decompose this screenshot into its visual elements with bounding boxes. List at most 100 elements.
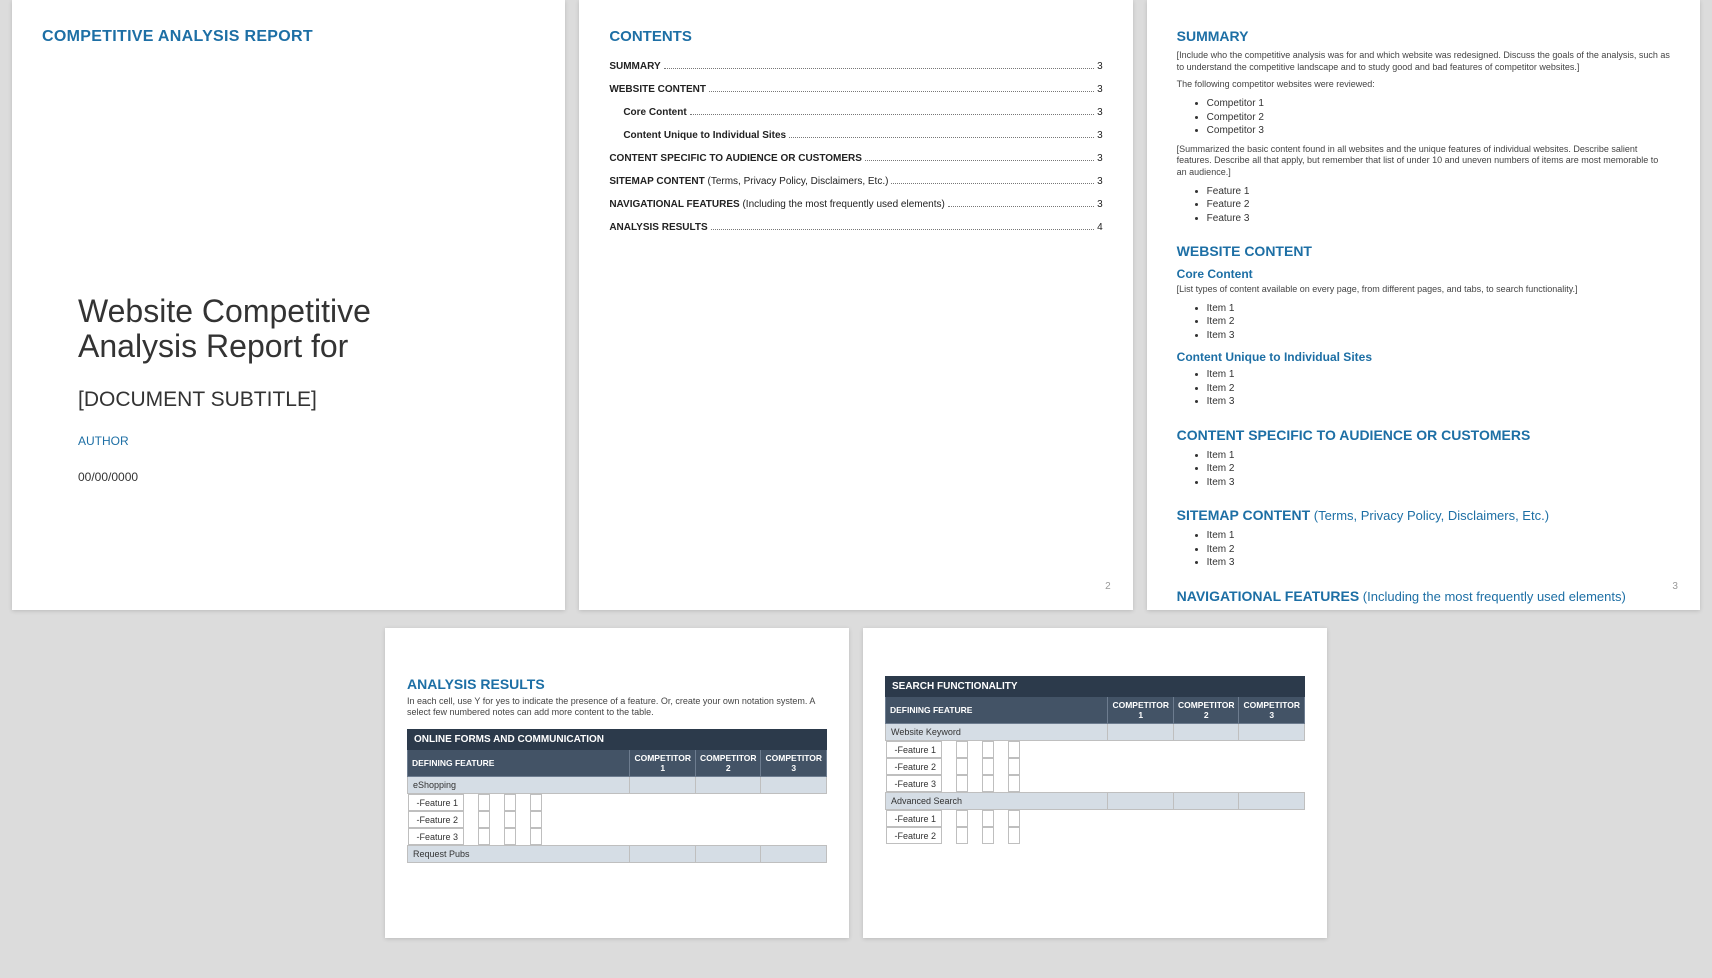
toc-dots: [711, 229, 1094, 230]
list-item: Item 2: [1207, 462, 1670, 476]
page-row-1: COMPETITIVE ANALYSIS REPORT Website Comp…: [12, 0, 1700, 610]
table-cell: [1008, 827, 1020, 844]
sitemap-heading: SITEMAP CONTENT (Terms, Privacy Policy, …: [1177, 507, 1670, 523]
toc-entry-label: ANALYSIS RESULTS: [609, 222, 707, 233]
core-content-list: Item 1Item 2Item 3: [1177, 302, 1670, 343]
toc-entry-label: SUMMARY: [609, 61, 660, 72]
table-cell: [478, 828, 490, 845]
toc-entry-label: NAVIGATIONAL FEATURES (Including the mos…: [609, 199, 944, 210]
table-cell: [761, 845, 827, 862]
list-item: Item 2: [1207, 315, 1670, 329]
toc-entry-page: 3: [1097, 84, 1103, 95]
table-cell-feature: -Feature 2: [886, 827, 943, 844]
sitemap-list: Item 1Item 2Item 3: [1177, 529, 1670, 570]
toc-dots: [891, 183, 1094, 184]
toc-entry-label: Core Content: [623, 107, 686, 118]
table-cell-feature: -Feature 2: [886, 758, 943, 775]
table-row: -Feature 3: [886, 775, 1108, 792]
table-cell: [530, 794, 542, 811]
page-number-3: 3: [1672, 581, 1678, 592]
table-header-c1: COMPETITOR 1: [1108, 697, 1174, 724]
toc-entry: SITEMAP CONTENT (Terms, Privacy Policy, …: [609, 176, 1102, 187]
table-cell: [1008, 758, 1020, 775]
summary-reviewed-intro: The following competitor websites were r…: [1177, 79, 1670, 91]
table-header-defining: DEFINING FEATURE: [886, 697, 1108, 724]
analysis-results-heading: ANALYSIS RESULTS: [407, 676, 827, 692]
table-cell: [630, 776, 696, 793]
toc-list: SUMMARY3 WEBSITE CONTENT 3 Core Content3 Con…: [609, 61, 1102, 233]
toc-entry-label: SITEMAP CONTENT (Terms, Privacy Policy, …: [609, 176, 888, 187]
cover-subtitle: [DOCUMENT SUBTITLE]: [42, 388, 535, 412]
list-item: Item 2: [1207, 543, 1670, 557]
table-cell: [982, 758, 994, 775]
list-item: Competitor 1: [1207, 97, 1670, 111]
table-row: -Feature 2: [886, 758, 1108, 775]
toc-entry: CONTENT SPECIFIC TO AUDIENCE OR CUSTOMER…: [609, 153, 1102, 164]
sitemap-heading-paren: (Terms, Privacy Policy, Disclaimers, Etc…: [1310, 508, 1549, 523]
table-title: SEARCH FUNCTIONALITY: [886, 677, 1305, 697]
list-item: Feature 2: [1207, 198, 1670, 212]
table-cell-feature: Advanced Search: [886, 793, 1108, 810]
list-item: Item 3: [1207, 556, 1670, 570]
table-cell: [1008, 775, 1020, 792]
toc-entry-label: WEBSITE CONTENT: [609, 84, 706, 95]
toc-dots: [789, 137, 1094, 138]
page-1-cover: COMPETITIVE ANALYSIS REPORT Website Comp…: [12, 0, 565, 610]
table-cell: [982, 775, 994, 792]
toc-entry: NAVIGATIONAL FEATURES (Including the mos…: [609, 199, 1102, 210]
nav-heading-paren: (Including the most frequently used elem…: [1359, 589, 1626, 604]
toc-entry: SUMMARY3: [609, 61, 1102, 72]
cover-title: Website Competitive Analysis Report for: [42, 294, 535, 364]
table-cell-feature: Request Pubs: [408, 845, 630, 862]
summary-heading: SUMMARY: [1177, 28, 1670, 44]
list-item: Competitor 3: [1207, 124, 1670, 138]
core-content-desc: [List types of content available on ever…: [1177, 284, 1670, 296]
cover-author: AUTHOR: [42, 434, 535, 448]
list-item: Item 1: [1207, 368, 1670, 382]
table-cell: [478, 811, 490, 828]
toc-entry: ANALYSIS RESULTS 4: [609, 222, 1102, 233]
page-number-2: 2: [1105, 581, 1111, 592]
unique-content-list: Item 1Item 2Item 3: [1177, 368, 1670, 409]
table-cell: [504, 828, 516, 845]
table-cell-feature: -Feature 1: [408, 794, 465, 811]
table-cell: [956, 810, 968, 827]
table-cell: [982, 741, 994, 758]
table-cell: [630, 845, 696, 862]
toc-entry: Core Content3: [609, 107, 1102, 118]
cover-title-line2: Analysis Report for: [78, 328, 348, 364]
table-row: -Feature 2: [408, 811, 630, 828]
table-header-c1: COMPETITOR 1: [630, 749, 696, 776]
table-row: -Feature 3: [408, 828, 630, 845]
table-header-c2: COMPETITOR 2: [1173, 697, 1239, 724]
list-item: Item 1: [1207, 449, 1670, 463]
toc-dots: [690, 114, 1094, 115]
table-cell: [956, 827, 968, 844]
cover-header: COMPETITIVE ANALYSIS REPORT: [42, 28, 535, 46]
table-cell: [956, 741, 968, 758]
page-5-search: SEARCH FUNCTIONALITY DEFINING FEATURE CO…: [863, 628, 1327, 938]
table-cell: [504, 811, 516, 828]
list-item: Item 2: [1207, 382, 1670, 396]
unique-content-heading: Content Unique to Individual Sites: [1177, 350, 1670, 364]
table-row: -Feature 2: [886, 827, 1108, 844]
table-row: Advanced Search: [886, 793, 1305, 810]
core-content-heading: Core Content: [1177, 267, 1670, 281]
toc-dots: [865, 160, 1094, 161]
table-cell-feature: -Feature 3: [886, 775, 943, 792]
toc-entry-label: Content Unique to Individual Sites: [623, 130, 786, 141]
table-cell: [1108, 793, 1174, 810]
table-cell: [956, 775, 968, 792]
toc-dots: [709, 91, 1094, 92]
table-title: ONLINE FORMS AND COMMUNICATION: [408, 729, 827, 749]
toc-entry-label: CONTENT SPECIFIC TO AUDIENCE OR CUSTOMER…: [609, 153, 862, 164]
table-cell-feature: -Feature 1: [886, 810, 943, 827]
table-header-c2: COMPETITOR 2: [695, 749, 761, 776]
cover-title-line1: Website Competitive: [78, 293, 371, 329]
toc-dots: [664, 68, 1094, 69]
table-cell: [1173, 724, 1239, 741]
toc-entry: Content Unique to Individual Sites3: [609, 130, 1102, 141]
page-3-summary: SUMMARY [Include who the competitive ana…: [1147, 0, 1700, 610]
toc-entry-page: 4: [1097, 222, 1103, 233]
table-cell: [1108, 724, 1174, 741]
